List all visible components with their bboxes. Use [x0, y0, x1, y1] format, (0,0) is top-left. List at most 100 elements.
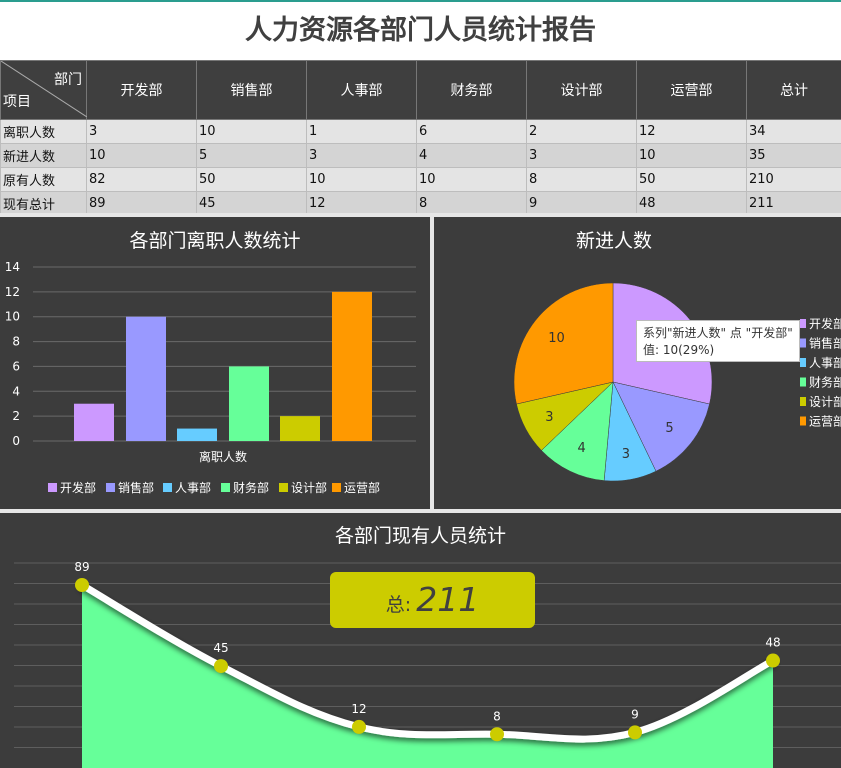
area-point-运营部	[766, 653, 780, 668]
table-row: 新进人数 10 5 3 4 3 10 35	[0, 143, 841, 168]
table-cell: 3	[86, 119, 197, 144]
bar-财务部	[229, 366, 269, 441]
column-header: 销售部	[196, 60, 307, 120]
pie-legend-swatch	[800, 377, 806, 387]
table-cell: 89	[86, 191, 197, 216]
bar-y-tick-label: 12	[5, 285, 20, 299]
table-cell: 210	[746, 167, 841, 192]
pie-value-label: 5	[665, 421, 673, 436]
bar-运营部	[332, 291, 372, 441]
pie-chart: 5 3 4 3 10 开发部销售部人事部财务部设计部运营部	[513, 282, 841, 482]
pie-chart-panel: 新进人数 5 3 4 3 10 开发部 销售部 人事部 财务部 设计部 运营部	[434, 217, 841, 509]
table-cell: 8	[416, 191, 527, 216]
bar-x-axis-label: 离职人数	[199, 449, 247, 464]
pie-value-label: 3	[622, 447, 630, 462]
table-cell: 10	[86, 143, 197, 168]
table-cell: 82	[86, 167, 197, 192]
column-header: 设计部	[526, 60, 637, 120]
table-corner-cell: 部门 项目	[0, 60, 87, 120]
bar-y-tick-label: 4	[12, 384, 20, 398]
bar-legend-label: 人事部	[175, 480, 211, 495]
area-value-label: 9	[631, 707, 639, 721]
row-label: 现有总计	[0, 191, 87, 216]
area-point-财务部	[490, 727, 504, 742]
corner-top-label: 部门	[54, 72, 82, 88]
bar-legend-label: 设计部	[291, 480, 327, 495]
table-cell: 10	[306, 167, 417, 192]
bar-legend-label: 运营部	[344, 480, 380, 495]
bar-legend-swatch	[163, 483, 172, 492]
table-cell: 10	[416, 167, 527, 192]
table-cell: 12	[306, 191, 417, 216]
area-value-label: 89	[74, 560, 89, 574]
corner-bottom-label: 项目	[3, 94, 31, 110]
report-title: 人力资源各部门人员统计报告	[245, 15, 596, 46]
table-cell: 35	[746, 143, 841, 168]
bar-y-tick-label: 8	[12, 335, 20, 349]
bar-legend-swatch	[48, 483, 57, 492]
table-cell: 8	[526, 167, 637, 192]
bar-legend-label: 开发部	[60, 480, 96, 495]
area-chart-panel: 各部门现有人员统计 89 45 12 8 9 48	[0, 513, 841, 768]
pie-legend-label: 设计部	[809, 394, 841, 409]
pie-legend-swatch	[800, 319, 806, 328]
bar-y-tick-label: 6	[12, 359, 20, 373]
table-cell: 50	[636, 167, 747, 192]
table-cell: 5	[196, 143, 307, 168]
area-value-label: 8	[493, 709, 501, 723]
pie-legend-label: 人事部	[809, 355, 841, 370]
table-cell: 211	[746, 191, 841, 216]
area-value-label: 45	[213, 641, 228, 655]
table-cell: 48	[636, 191, 747, 216]
bar-销售部	[126, 316, 166, 441]
pie-legend-label: 开发部	[809, 316, 841, 331]
area-point-设计部	[628, 725, 642, 740]
bar-人事部	[177, 428, 217, 441]
title-bar: 人力资源各部门人员统计报告	[0, 0, 841, 60]
pie-legend-label: 财务部	[809, 375, 841, 390]
table-cell: 3	[526, 143, 637, 168]
pie-legend-swatch	[800, 416, 806, 426]
table-row: 现有总计 89 45 12 8 9 48 211	[0, 191, 841, 216]
bar-legend-swatch	[332, 483, 341, 492]
pie-legend-swatch	[800, 358, 806, 367]
stats-table: 部门 项目 开发部 销售部 人事部 财务部 设计部 运营部 总计 离职人数 3 …	[0, 60, 841, 216]
total-label: 总:	[385, 594, 412, 616]
table-cell: 45	[196, 191, 307, 216]
area-point-销售部	[214, 659, 228, 674]
table-cell: 4	[416, 143, 527, 168]
column-header: 人事部	[306, 60, 417, 120]
pie-legend-label: 运营部	[809, 414, 841, 429]
bar-y-tick-label: 2	[12, 409, 20, 423]
row-label: 原有人数	[0, 167, 87, 192]
area-value-label: 48	[765, 636, 780, 650]
area-chart: 8945128 948	[14, 560, 841, 768]
table-cell: 1	[306, 119, 417, 144]
pie-value-label: 10	[548, 331, 565, 346]
pie-legend-swatch	[800, 338, 806, 348]
bar-y-tick-label: 0	[12, 434, 20, 448]
column-header: 开发部	[86, 60, 197, 120]
row-label: 新进人数	[0, 143, 87, 168]
bar-legend-label: 财务部	[233, 480, 269, 495]
table-cell: 34	[746, 119, 841, 144]
bar-legend-swatch	[279, 483, 288, 492]
pie-value-label: 3	[545, 410, 553, 425]
table-cell: 3	[306, 143, 417, 168]
pie-tooltip: 系列"新进人数" 点 "开发部" 值: 10(29%)	[636, 320, 800, 362]
bar-设计部	[280, 416, 320, 441]
table-cell: 50	[196, 167, 307, 192]
table-cell: 6	[416, 119, 527, 144]
bar-开发部	[74, 403, 114, 441]
pie-legend-label: 销售部	[809, 336, 841, 351]
total-value: 211	[416, 580, 480, 619]
table-cell: 10	[636, 143, 747, 168]
tooltip-line-1: 系列"新进人数" 点 "开发部"	[643, 326, 793, 340]
table-cell: 12	[636, 119, 747, 144]
bar-legend-label: 销售部	[118, 480, 154, 495]
area-value-label: 12	[351, 702, 366, 716]
column-header: 运营部	[636, 60, 747, 120]
bar-chart-panel: 各部门离职人数统计 0 2 4 6 8 10 12 14 离职人数 开发部 销售部 人事部 财务部设…	[0, 217, 430, 509]
table-row: 原有人数 82 50 10 10 8 50 210	[0, 167, 841, 192]
pie-legend-swatch	[800, 397, 806, 406]
